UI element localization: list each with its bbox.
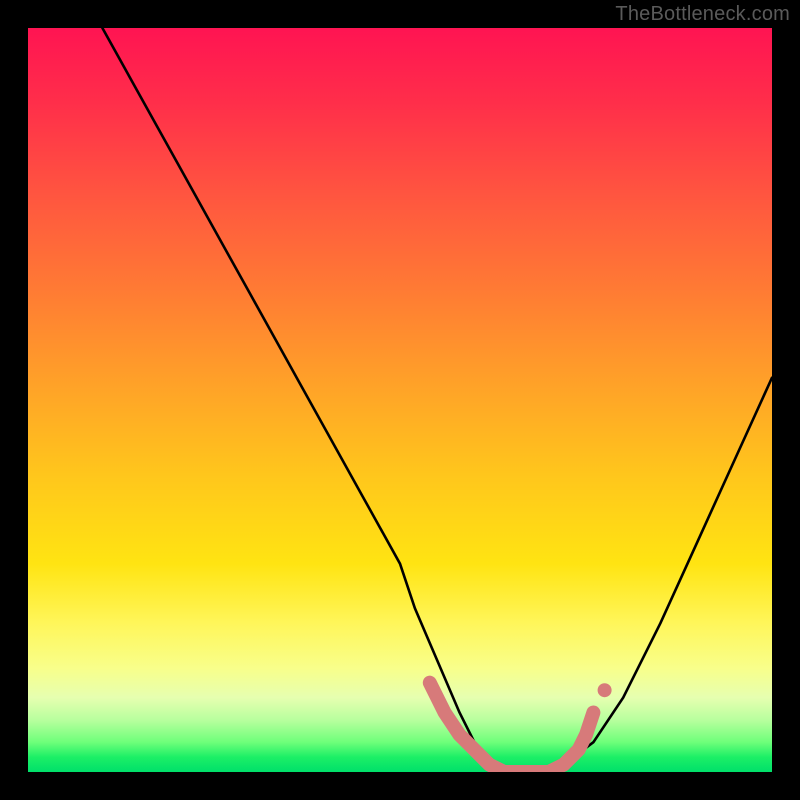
chart-svg [28,28,772,772]
optimal-range-marker [430,683,612,772]
chart-frame: TheBottleneck.com [0,0,800,800]
bottleneck-curve [102,28,772,772]
watermark-text: TheBottleneck.com [615,3,790,26]
plot-area [28,28,772,772]
